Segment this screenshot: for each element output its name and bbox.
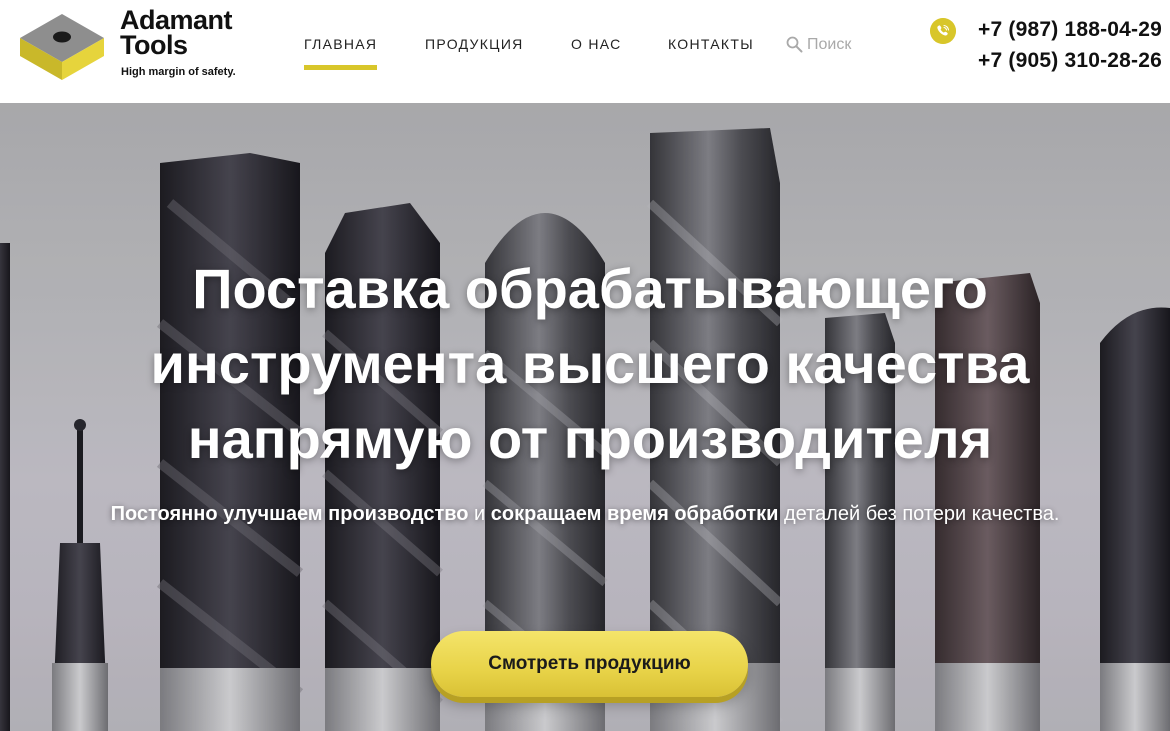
search-icon[interactable] bbox=[786, 36, 803, 53]
nav-item-contacts[interactable]: КОНТАКТЫ bbox=[668, 36, 754, 52]
hero-subtitle-text-2: деталей без потери качества. bbox=[778, 503, 1060, 525]
search-input[interactable] bbox=[807, 35, 897, 55]
phone-link-2[interactable]: +7 (905) 310-28-26 bbox=[978, 49, 1162, 73]
contact-phones: +7 (987) 188-04-29 +7 (905) 310-28-26 bbox=[922, 16, 1162, 80]
logo-name-line2: Tools bbox=[120, 30, 188, 60]
hero-subtitle-bold-1: Постоянно улучшаем производство bbox=[110, 503, 469, 525]
logo-tagline: High margin of safety. bbox=[121, 66, 236, 78]
nav-item-about[interactable]: О НАС bbox=[571, 36, 622, 52]
hero-title-line-2: инструмента высшего качества bbox=[150, 332, 1030, 395]
nav-item-products[interactable]: ПРОДУКЦИЯ bbox=[425, 36, 524, 52]
search-box bbox=[786, 35, 897, 57]
nav-item-home[interactable]: ГЛАВНАЯ bbox=[304, 36, 378, 70]
hero-title: Поставка обрабатывающего инструмента выс… bbox=[85, 251, 1095, 476]
logo[interactable]: Adamant Tools High margin of safety. bbox=[16, 6, 266, 82]
logo-insert-icon bbox=[20, 14, 104, 80]
phone-link-1[interactable]: +7 (987) 188-04-29 bbox=[978, 18, 1162, 42]
logo-wordmark: Adamant Tools bbox=[120, 7, 233, 60]
hero-subtitle: Постоянно улучшаем производство и сокращ… bbox=[0, 503, 1170, 526]
hero-section: Поставка обрабатывающего инструмента выс… bbox=[0, 103, 1170, 731]
site-header: Adamant Tools High margin of safety. ГЛА… bbox=[0, 0, 1170, 103]
hero-subtitle-bold-2: сокращаем время обработки bbox=[490, 503, 779, 525]
viber-icon[interactable] bbox=[930, 18, 956, 44]
view-products-button[interactable]: Смотреть продукцию bbox=[431, 631, 748, 697]
hero-subtitle-text-1: и bbox=[468, 503, 491, 525]
hero-title-line-3: напрямую от производителя bbox=[187, 407, 993, 470]
hero-title-line-1: Поставка обрабатывающего bbox=[192, 257, 988, 320]
